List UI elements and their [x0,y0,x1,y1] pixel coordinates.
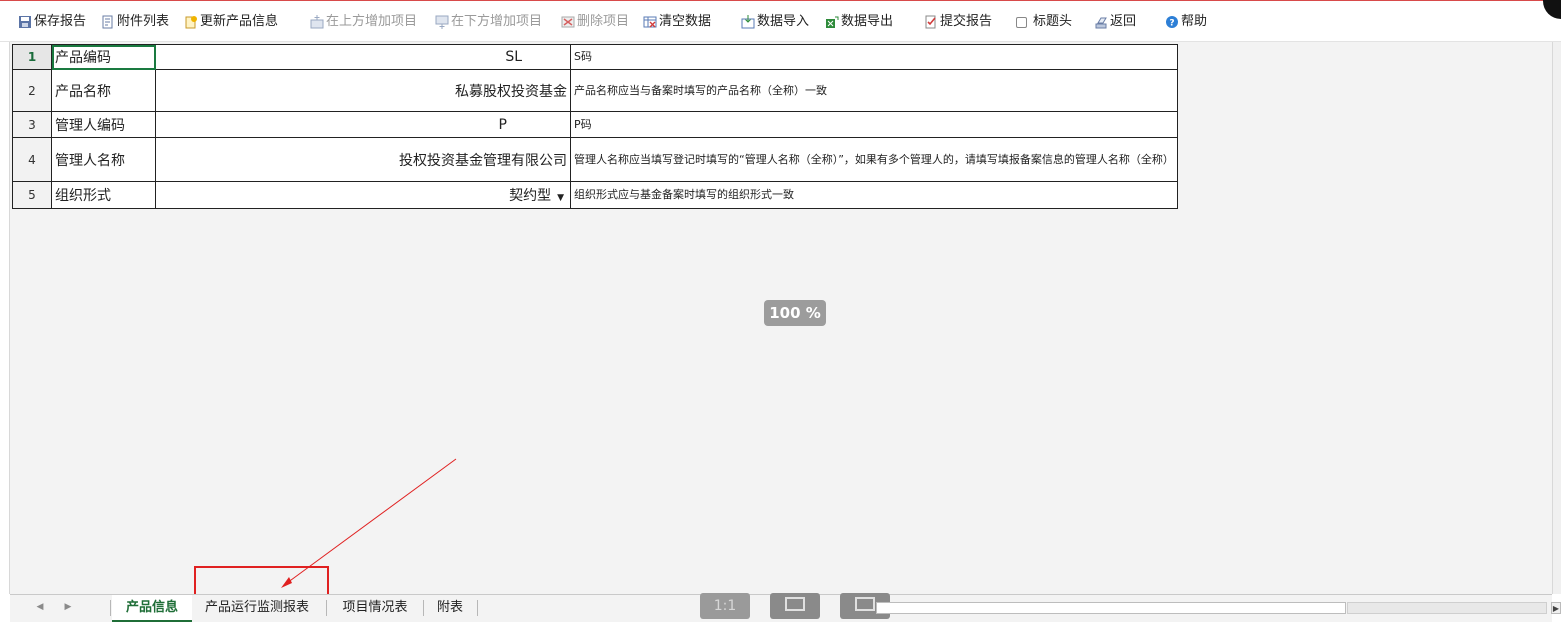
vertical-scrollbar[interactable] [1552,42,1561,594]
svg-text:?: ? [1169,19,1174,29]
row-number: 2 [12,69,52,112]
manager-name-note: 管理人名称应当填写登记时填写的“管理人名称（全称）”，如果有多个管理人的，请填写… [570,137,1178,182]
product-code-value[interactable]: SL [155,44,571,70]
manager-code-note: P码 [570,111,1178,138]
fit-screen-icon [785,597,805,611]
submit-icon [924,15,938,29]
attachment-icon [101,15,115,29]
product-code-note: S码 [570,44,1178,70]
update-icon [184,15,198,29]
submit-report-button[interactable]: 提交报告 [924,12,992,32]
scroll-right-icon[interactable]: ▶ [1551,602,1561,614]
help-label: 帮助 [1181,14,1208,29]
horizontal-scroll-track[interactable] [1347,602,1547,614]
clear-data-button[interactable]: 清空数据 [643,12,711,32]
product-name-value[interactable]: 私募股权投资基金 [155,69,571,112]
import-data-button[interactable]: 数据导入 [741,12,809,32]
row-number: 4 [12,137,52,182]
table-row: 4 管理人名称 投权投资基金管理有限公司 管理人名称应当填写登记时填写的“管理人… [12,137,1178,182]
clear-data-label: 清空数据 [659,14,712,29]
add-above-icon [310,15,324,29]
add-below-label: 在下方增加项目 [451,14,543,29]
data-grid: 1 产品编码 SL S码 2 产品名称 私募股权投资基金 产品名称应当与备案时填… [12,44,1178,209]
product-name-label[interactable]: 产品名称 [51,69,156,112]
org-form-select[interactable]: 契约型 ▼ [155,181,571,209]
tab-appendix[interactable]: 附表 [428,595,472,620]
tab-divider [423,600,424,616]
export-data-label: 数据导出 [841,14,894,29]
export-data-button[interactable]: 数据导出 [825,12,893,32]
add-below-button[interactable]: 在下方增加项目 [435,12,542,32]
delete-item-button[interactable]: 删除项目 [561,12,629,32]
save-report-button[interactable]: 保存报告 [18,12,86,32]
tab-project-status[interactable]: 项目情况表 [332,595,418,620]
product-name-note: 产品名称应当与备案时填写的产品名称（全称）一致 [570,69,1178,112]
row-number: 3 [12,111,52,138]
manager-code-text: P [498,116,507,133]
horizontal-scroll-thumb[interactable] [876,602,1346,614]
zoom-indicator: 100 % [764,300,826,326]
chevron-down-icon[interactable]: ▼ [557,193,564,203]
save-icon [18,15,32,29]
title-header-checkbox[interactable] [1016,16,1027,28]
table-row: 5 组织形式 契约型 ▼ 组织形式应与基金备案时填写的组织形式一致 [12,181,1178,209]
org-form-note: 组织形式应与基金备案时填写的组织形式一致 [570,181,1178,209]
redacted-mask [522,51,567,63]
attachment-list-label: 附件列表 [117,14,170,29]
view-mode-icon [855,597,875,611]
help-button[interactable]: ? 帮助 [1165,12,1207,32]
redacted-mask [507,118,567,131]
next-sheet-icon[interactable]: ▶ [62,602,74,612]
add-below-icon [435,15,449,29]
title-header-label: 标题头 [1033,14,1073,29]
tab-divider [326,600,327,616]
manager-code-value[interactable]: P [155,111,571,138]
update-product-info-label: 更新产品信息 [200,14,279,29]
add-above-button[interactable]: 在上方增加项目 [310,12,417,32]
table-row: 2 产品名称 私募股权投资基金 产品名称应当与备案时填写的产品名称（全称）一致 [12,69,1178,112]
tab-divider [477,600,478,616]
row-number: 1 [12,44,52,70]
prev-sheet-icon[interactable]: ◀ [34,602,46,612]
delete-icon [561,15,575,29]
row-number: 5 [12,181,52,209]
help-icon: ? [1165,15,1179,29]
delete-item-label: 删除项目 [577,14,630,29]
add-above-label: 在上方增加项目 [326,14,418,29]
clear-icon [643,15,657,29]
ratio-button[interactable]: 1:1 [700,593,750,619]
corner-shape [1543,0,1561,19]
org-form-label[interactable]: 组织形式 [51,181,156,209]
import-data-label: 数据导入 [757,14,810,29]
product-code-text: SL [505,49,522,65]
export-icon [825,15,839,29]
left-resize-strip[interactable] [0,42,10,594]
tab-product-info[interactable]: 产品信息 [112,595,192,622]
manager-code-label[interactable]: 管理人编码 [51,111,156,138]
fit-screen-button[interactable] [770,593,820,619]
product-code-label[interactable]: 产品编码 [51,44,156,70]
tab-divider [110,600,111,616]
import-icon [741,15,755,29]
manager-name-value[interactable]: 投权投资基金管理有限公司 [155,137,571,182]
table-row: 1 产品编码 SL S码 [12,44,1178,70]
org-form-value: 契约型 [509,188,552,204]
bottom-strip [0,622,1561,628]
back-label: 返回 [1110,14,1137,29]
attachment-list-button[interactable]: 附件列表 [101,12,169,32]
title-header-toggle[interactable]: 标题头 [1016,12,1072,32]
back-button[interactable]: 返回 [1094,12,1136,32]
tab-operation-monitoring-report[interactable]: 产品运行监测报表 [196,595,318,620]
toolbar: 保存报告 附件列表 更新产品信息 在上方增加项目 在下方增加项目 删除项目 清空… [0,0,1561,42]
back-icon [1094,15,1108,29]
table-row: 3 管理人编码 P P码 [12,111,1178,138]
sheet-tab-bar: ◀ ▶ 产品信息 产品运行监测报表 项目情况表 附表 1:1 ▶ [10,593,1561,623]
save-report-label: 保存报告 [34,14,87,29]
update-product-info-button[interactable]: 更新产品信息 [184,12,278,32]
manager-name-label[interactable]: 管理人名称 [51,137,156,182]
submit-report-label: 提交报告 [940,14,993,29]
